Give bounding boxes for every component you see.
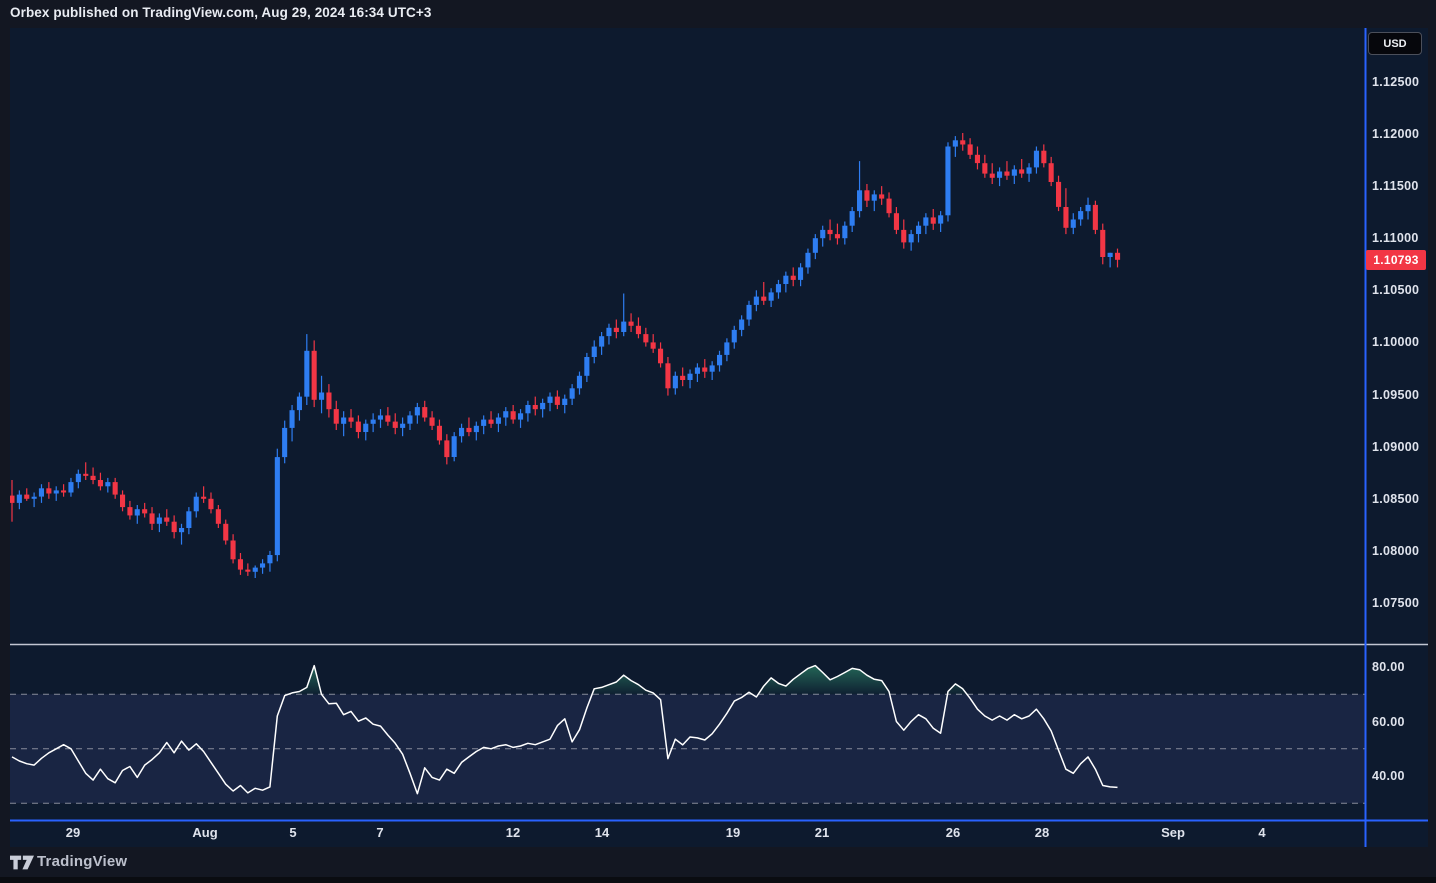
price-axis-label: 1.11000 [1372,231,1419,246]
footer-bar: TradingView [0,847,1436,877]
time-axis[interactable]: 29 Aug 5 7 12 14 19 21 26 28 Sep 4 [10,821,1428,847]
price-axis-label: 1.10500 [1372,283,1420,298]
price-axis-label: 1.12500 [1372,74,1420,89]
rsi-axis-label: 60.00 [1372,714,1405,729]
time-axis-label: 28 [1034,825,1050,840]
price-axis-label: 1.07500 [1372,595,1420,610]
published-chart-page: { "header": { "caption": "Orbex publishe… [0,0,1436,883]
price-axis[interactable]: 1.12500 1.12000 1.11500 1.11000 1.10500 1.100… [1366,28,1428,644]
time-axis-label: 26 [945,825,961,840]
time-axis-label: 21 [814,825,830,840]
tradingview-brand[interactable]: TradingView [37,853,127,870]
time-axis-label: 7 [376,825,384,840]
time-axis-label: 12 [505,825,521,840]
time-axis-label: 19 [725,825,741,840]
time-axis-label: 29 [65,825,81,840]
last-price-badge: 1.10793 [1366,250,1426,270]
rsi-axis[interactable]: 80.00 60.00 40.00 [1366,646,1428,820]
price-axis-label: 1.11500 [1372,179,1419,194]
price-axis-label: 1.09000 [1372,439,1420,454]
time-axis-label: Sep [1161,825,1185,840]
time-axis-label: 4 [1258,825,1266,840]
chart-canvas[interactable] [10,28,1428,847]
bottom-edge [0,877,1436,883]
price-axis-label: 1.12000 [1372,127,1420,141]
publish-caption: Orbex published on TradingView.com, Aug … [10,5,432,20]
price-axis-label: 1.10000 [1372,335,1420,350]
price-axis-label: 1.08000 [1372,543,1420,558]
tradingview-logo-icon[interactable] [10,855,34,870]
price-axis-label: 1.09500 [1372,387,1420,402]
price-axis-label: 1.08500 [1372,491,1420,506]
time-axis-label: Aug [192,825,218,840]
time-axis-label: 14 [594,825,610,840]
rsi-axis-label: 80.00 [1372,660,1405,674]
rsi-axis-label: 40.00 [1372,769,1405,783]
time-axis-label: 5 [289,825,297,840]
